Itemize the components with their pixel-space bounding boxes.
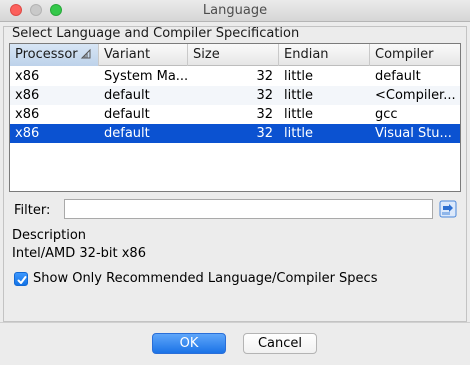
cell-size: 32	[256, 69, 273, 84]
group-title: Select Language and Compiler Specificati…	[12, 26, 300, 41]
checkmark-icon	[17, 276, 27, 284]
column-header-label: Variant	[104, 47, 151, 62]
cell-variant: default	[104, 126, 150, 141]
cell-compiler: <Compiler...	[375, 88, 456, 103]
divider	[0, 322, 470, 323]
cell-size: 32	[256, 88, 273, 103]
cell-compiler: gcc	[375, 107, 398, 122]
cell-processor: x86	[15, 88, 40, 103]
clear-filter-icon[interactable]	[439, 200, 457, 218]
ok-button[interactable]: OK	[152, 333, 226, 354]
cell-endian: little	[284, 126, 314, 141]
table-row[interactable]: x86 default 32 little <Compiler...	[10, 86, 460, 105]
filter-input[interactable]	[64, 199, 433, 219]
cell-endian: little	[284, 88, 314, 103]
cell-processor: x86	[15, 126, 40, 141]
column-header-label: Size	[193, 47, 220, 62]
cell-processor: x86	[15, 69, 40, 84]
column-header-label: Processor	[15, 47, 78, 62]
cell-processor: x86	[15, 107, 40, 122]
table-header: Processor Variant Size Endian Compiler	[10, 44, 460, 66]
cell-variant: default	[104, 88, 150, 103]
cell-compiler: default	[375, 69, 421, 84]
column-header-compiler[interactable]: Compiler	[370, 44, 460, 66]
cell-endian: little	[284, 69, 314, 84]
cell-size: 32	[256, 107, 273, 122]
cell-endian: little	[284, 107, 314, 122]
cell-size: 32	[256, 126, 273, 141]
cell-variant: default	[104, 107, 150, 122]
column-header-size[interactable]: Size	[188, 44, 279, 66]
cancel-button[interactable]: Cancel	[243, 333, 317, 354]
description-label: Description	[12, 228, 87, 243]
sort-ascending-icon	[80, 48, 91, 59]
title-bar: Language	[0, 0, 470, 22]
cell-variant: System Ma...	[104, 69, 188, 84]
filter-label: Filter:	[14, 203, 51, 218]
window-title: Language	[202, 3, 268, 18]
table-row[interactable]: x86 System Ma... 32 little default	[10, 67, 460, 86]
column-header-endian[interactable]: Endian	[279, 44, 370, 66]
recommended-only-checkbox[interactable]	[14, 272, 28, 286]
language-table: Processor Variant Size Endian Compiler x…	[9, 43, 461, 192]
column-header-variant[interactable]: Variant	[99, 44, 188, 66]
column-header-processor[interactable]: Processor	[10, 44, 99, 66]
description-value: Intel/AMD 32-bit x86	[12, 246, 146, 261]
column-header-label: Compiler	[375, 47, 434, 62]
column-header-label: Endian	[284, 47, 329, 62]
recommended-only-label[interactable]: Show Only Recommended Language/Compiler …	[33, 271, 377, 286]
table-row[interactable]: x86 default 32 little gcc	[10, 105, 460, 124]
table-row-selected[interactable]: x86 default 32 little Visual Stu...	[10, 124, 460, 143]
cell-compiler: Visual Stu...	[375, 126, 452, 141]
